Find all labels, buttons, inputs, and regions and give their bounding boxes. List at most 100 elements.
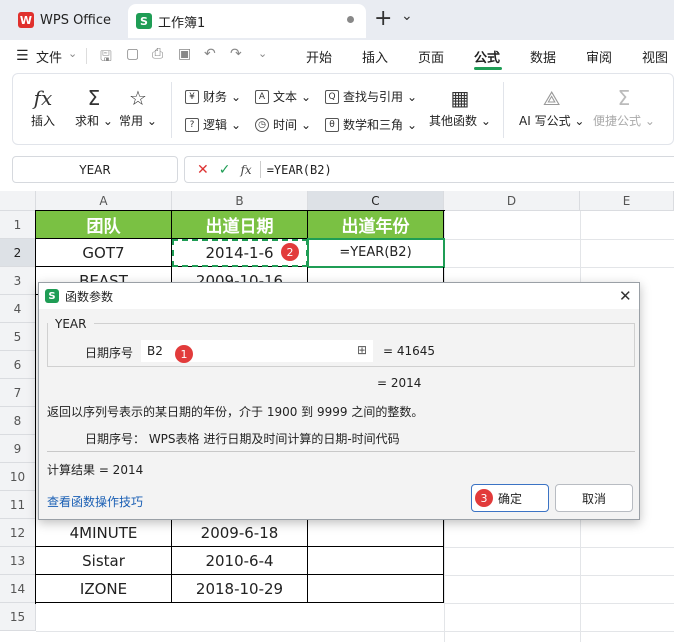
ai-formula-button[interactable]: ⟁ AI 写公式 ⌄ xyxy=(519,84,584,129)
column-header-e[interactable]: E xyxy=(580,191,674,211)
row-header[interactable]: 14 xyxy=(0,575,36,603)
autosum-button[interactable]: Σ 求和 ⌄ xyxy=(75,84,113,129)
easy-formula-button[interactable]: Σ 便捷公式 ⌄ xyxy=(593,84,655,129)
common-functions-button[interactable]: ☆ 常用 ⌄ xyxy=(119,84,157,129)
insert-function-label: 插入 xyxy=(31,114,56,128)
column-header-d[interactable]: D xyxy=(444,191,580,211)
export-pdf-icon[interactable]: ▢ xyxy=(126,46,139,62)
quick-access-chevron-icon[interactable]: ⌄ xyxy=(258,47,267,60)
tab-wps-office[interactable]: W WPS Office xyxy=(10,6,124,34)
lookup-button[interactable]: Q 查找与引用 ⌄ xyxy=(325,88,417,105)
menu-data[interactable]: 数据 xyxy=(530,47,556,66)
cell-b13[interactable]: 2010-6-4 xyxy=(172,547,308,575)
tab-list-chevron-icon[interactable]: ⌄ xyxy=(401,8,413,24)
print-preview-icon[interactable]: ▣ xyxy=(178,46,191,62)
menu-insert[interactable]: 插入 xyxy=(362,47,388,66)
function-tips-link[interactable]: 查看函数操作技巧 xyxy=(47,493,143,510)
autosum-label: 求和 ⌄ xyxy=(75,114,113,128)
new-tab-button[interactable]: + xyxy=(374,6,392,31)
header-cell-team[interactable]: 团队 xyxy=(36,211,172,239)
math-button[interactable]: θ 数学和三角 ⌄ xyxy=(325,116,417,133)
gridline xyxy=(444,547,674,548)
finance-button[interactable]: ¥ 财务 ⌄ xyxy=(185,88,241,105)
row-header[interactable]: 6 xyxy=(0,351,36,379)
other-functions-button[interactable]: ▦ 其他函数 ⌄ xyxy=(429,84,491,129)
row-header[interactable]: 11 xyxy=(0,491,36,519)
function-arguments-dialog: S 函数参数 ✕ YEAR 日期序号 B2 ⊞ 1 = 41645 = 2014… xyxy=(38,282,640,520)
finance-icon: ¥ xyxy=(185,89,199,104)
row-header[interactable]: 1 xyxy=(0,211,36,239)
ai-formula-label: AI 写公式 ⌄ xyxy=(519,114,585,128)
cancel-button[interactable]: 取消 xyxy=(555,484,633,512)
row-header[interactable]: 12 xyxy=(0,519,36,547)
name-box[interactable]: YEAR xyxy=(12,156,178,183)
dialog-title-bar[interactable]: S 函数参数 xyxy=(39,283,639,309)
cancel-button-label: 取消 xyxy=(581,491,606,506)
cell-c12[interactable] xyxy=(308,519,444,547)
cell-a12[interactable]: 4MINUTE xyxy=(36,519,172,547)
tab-workbook[interactable]: S 工作簿1 xyxy=(128,4,366,38)
file-chevron-icon[interactable]: ⌄ xyxy=(68,47,77,60)
insert-function-button[interactable]: fx 插入 xyxy=(31,84,55,129)
logic-icon: ? xyxy=(185,117,199,132)
row-header[interactable]: 5 xyxy=(0,323,36,351)
unsaved-dot-icon[interactable] xyxy=(347,16,354,23)
cell-b12[interactable]: 2009-6-18 xyxy=(172,519,308,547)
close-icon[interactable]: ✕ xyxy=(619,287,632,305)
row-header[interactable]: 9 xyxy=(0,435,36,463)
row-header[interactable]: 8 xyxy=(0,407,36,435)
column-header-b[interactable]: B xyxy=(172,191,308,211)
window-tab-bar: W WPS Office S 工作簿1 + ⌄ xyxy=(0,0,674,40)
row-header[interactable]: 2 xyxy=(0,239,36,267)
row-header[interactable]: 15 xyxy=(0,603,36,631)
argument-help: 日期序号： WPS表格 进行日期及时间计算的日期-时间代码 xyxy=(85,432,400,446)
save-icon[interactable]: 🖫 xyxy=(100,46,112,70)
hamburger-icon[interactable]: ☰ xyxy=(16,48,29,64)
formula-input[interactable]: =YEAR(B2) xyxy=(267,163,332,177)
menu-review[interactable]: 审阅 xyxy=(586,47,612,66)
time-button[interactable]: ◷ 时间 ⌄ xyxy=(255,116,311,133)
gridline xyxy=(444,575,674,576)
menu-bar: ☰ 文件 ⌄ 🖫 ▢ ⎙ ▣ ↶ ↷ ⌄ 开始 插入 页面 公式 数据 审阅 视… xyxy=(0,40,674,72)
undo-icon[interactable]: ↶ xyxy=(204,46,216,62)
cell-b14[interactable]: 2018-10-29 xyxy=(172,575,308,603)
clock-icon: ◷ xyxy=(255,117,269,132)
redo-icon[interactable]: ↷ xyxy=(230,46,242,62)
column-header-c[interactable]: C xyxy=(308,191,444,211)
function-description: 返回以序列号表示的某日期的年份，介于 1900 到 9999 之间的整数。 xyxy=(47,405,424,419)
cell-c13[interactable] xyxy=(308,547,444,575)
ai-icon: ⟁ xyxy=(542,86,561,110)
cell-a14[interactable]: IZONE xyxy=(36,575,172,603)
print-icon[interactable]: ⎙ xyxy=(152,46,163,62)
select-all-corner[interactable] xyxy=(0,191,36,211)
range-select-icon[interactable]: ⊞ xyxy=(357,343,367,357)
text-button[interactable]: A 文本 ⌄ xyxy=(255,88,311,105)
header-cell-debut-date[interactable]: 出道日期 xyxy=(172,211,308,239)
header-cell-debut-year[interactable]: 出道年份 xyxy=(308,211,444,239)
divider xyxy=(94,323,635,324)
row-header[interactable]: 13 xyxy=(0,547,36,575)
cancel-icon[interactable]: ✕ xyxy=(197,162,209,178)
divider xyxy=(503,82,504,138)
menu-formulas[interactable]: 公式 xyxy=(474,47,500,66)
confirm-icon[interactable]: ✓ xyxy=(219,162,231,178)
menu-view[interactable]: 视图 xyxy=(642,47,668,66)
file-menu[interactable]: 文件 xyxy=(36,47,62,66)
fx-icon[interactable]: fx xyxy=(240,163,251,177)
cell-c14[interactable] xyxy=(308,575,444,603)
menu-home[interactable]: 开始 xyxy=(306,47,332,66)
math-icon: θ xyxy=(325,117,339,132)
argument-result: = 41645 xyxy=(383,344,436,358)
row-header[interactable]: 10 xyxy=(0,463,36,491)
gridline xyxy=(444,267,674,268)
cell-a13[interactable]: Sistar xyxy=(36,547,172,575)
cell-a2[interactable]: GOT7 xyxy=(36,239,172,267)
row-header[interactable]: 4 xyxy=(0,295,36,323)
row-header[interactable]: 7 xyxy=(0,379,36,407)
logic-label: 逻辑 xyxy=(203,118,228,132)
column-header-a[interactable]: A xyxy=(36,191,172,211)
logic-button[interactable]: ? 逻辑 ⌄ xyxy=(185,116,241,133)
time-label: 时间 xyxy=(273,118,298,132)
menu-page[interactable]: 页面 xyxy=(418,47,444,66)
row-header[interactable]: 3 xyxy=(0,267,36,295)
